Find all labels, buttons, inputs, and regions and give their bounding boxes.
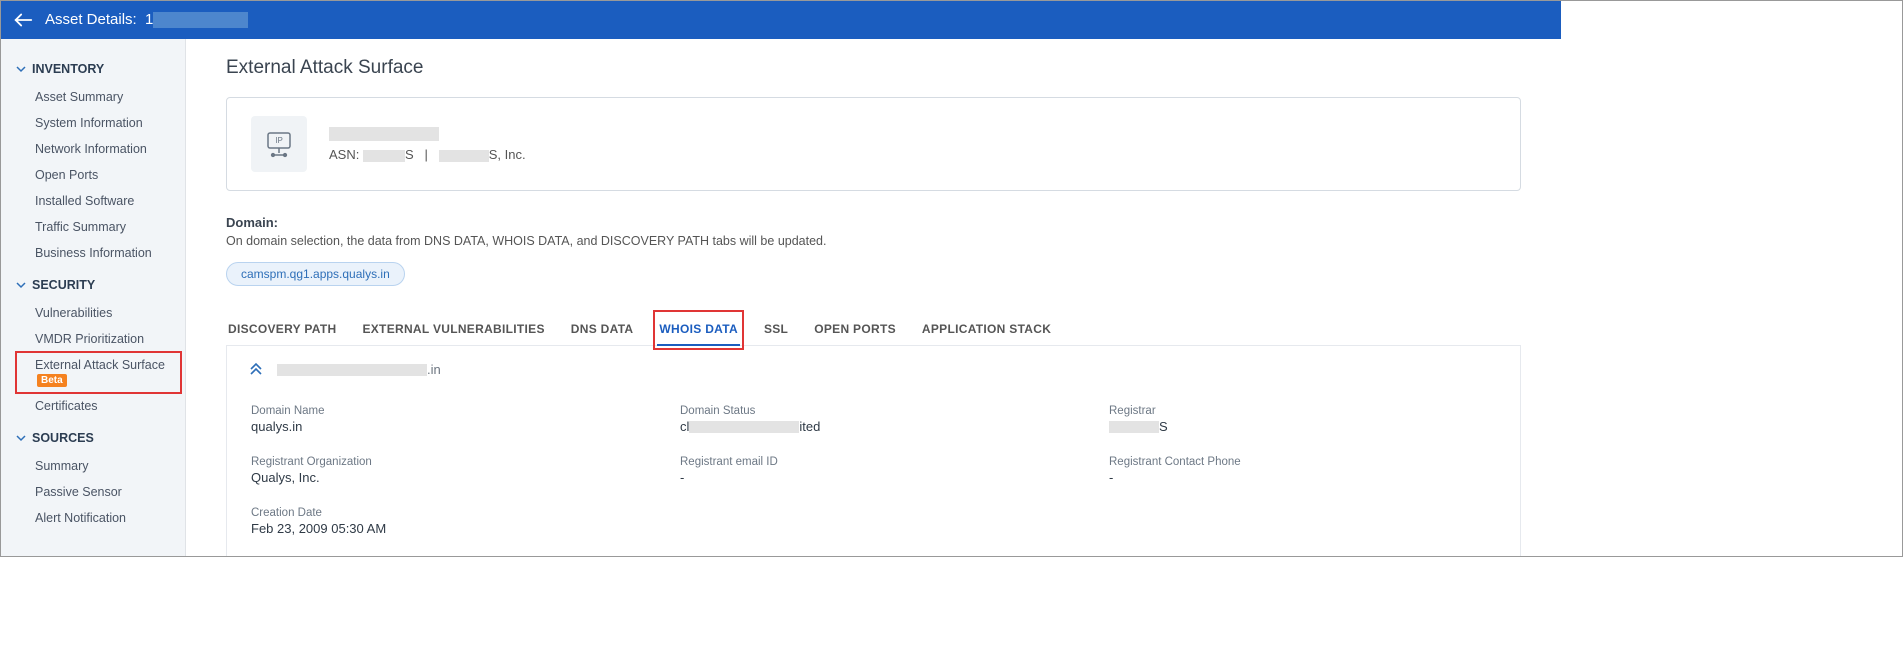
ip-monitor-icon: IP — [263, 128, 295, 160]
field-label: Registrant Organization — [251, 456, 640, 468]
nav-group-label: SOURCES — [32, 431, 94, 445]
field-registrant-phone: Registrant Contact Phone - — [1109, 456, 1498, 485]
sidebar-item-traffic-summary[interactable]: Traffic Summary — [1, 214, 185, 240]
sidebar-item-passive-sensor[interactable]: Passive Sensor — [1, 479, 185, 505]
sidebar-item-installed-software[interactable]: Installed Software — [1, 188, 185, 214]
nav-group-label: INVENTORY — [32, 62, 104, 76]
domain-suffix: .in — [427, 362, 441, 377]
tab-application-stack[interactable]: APPLICATION STACK — [920, 314, 1053, 346]
sidebar-item-vulnerabilities[interactable]: Vulnerabilities — [1, 300, 185, 326]
sidebar-item-asset-summary[interactable]: Asset Summary — [1, 84, 185, 110]
field-label: Registrant email ID — [680, 456, 1069, 468]
redacted-text — [329, 127, 439, 141]
chevron-down-icon — [16, 64, 26, 74]
tab-dns-data[interactable]: DNS DATA — [569, 314, 636, 346]
sidebar-item-network-information[interactable]: Network Information — [1, 136, 185, 162]
tab-external-vulnerabilities[interactable]: EXTERNAL VULNERABILITIES — [360, 314, 546, 346]
field-value: Feb 23, 2009 05:30 AM — [251, 521, 640, 536]
asn-label: ASN: — [329, 147, 359, 162]
nav-group-header-inventory[interactable]: INVENTORY — [1, 54, 185, 84]
field-label: Registrant Contact Phone — [1109, 456, 1498, 468]
app-root: Asset Details: 1 INVENTORY Asset Summary… — [1, 1, 1561, 556]
tab-whois-data[interactable]: WHOIS DATA — [657, 314, 740, 346]
summary-lines: ASN: S | S, Inc. — [329, 126, 526, 163]
field-value: clited — [680, 419, 1069, 434]
field-domain-name: Domain Name qualys.in — [251, 405, 640, 434]
sidebar-item-summary[interactable]: Summary — [1, 453, 185, 479]
domain-chip[interactable]: camspm.qg1.apps.qualys.in — [226, 262, 405, 286]
redacted-text — [363, 150, 405, 162]
tabs: DISCOVERY PATH EXTERNAL VULNERABILITIES … — [226, 314, 1521, 346]
field-value: Qualys, Inc. — [251, 470, 640, 485]
chevron-down-icon — [16, 433, 26, 443]
field-label: Creation Date — [251, 507, 640, 519]
back-arrow-button[interactable] — [11, 8, 35, 32]
arrow-left-icon — [12, 9, 34, 31]
field-registrant-email: Registrant email ID - — [680, 456, 1069, 485]
asn-suffix: S — [405, 147, 414, 162]
field-value: - — [1109, 470, 1498, 485]
field-label: Domain Status — [680, 405, 1069, 417]
summary-line-2: ASN: S | S, Inc. — [329, 147, 526, 162]
tab-ssl[interactable]: SSL — [762, 314, 790, 346]
tab-discovery-path[interactable]: DISCOVERY PATH — [226, 314, 338, 346]
sidebar-item-business-information[interactable]: Business Information — [1, 240, 185, 266]
separator: | — [424, 147, 427, 162]
beta-badge: Beta — [37, 374, 67, 387]
org-suffix: S, Inc. — [489, 147, 526, 162]
tab-open-ports[interactable]: OPEN PORTS — [812, 314, 898, 346]
sidebar-item-system-information[interactable]: System Information — [1, 110, 185, 136]
nav-group-header-security[interactable]: SECURITY — [1, 270, 185, 300]
sidebar-item-certificates[interactable]: Certificates — [1, 393, 185, 419]
sidebar-item-vmdr-prioritization[interactable]: VMDR Prioritization — [1, 326, 185, 352]
chevron-down-icon — [16, 280, 26, 290]
field-value: - — [680, 470, 1069, 485]
header-bar: Asset Details: 1 — [1, 1, 1561, 39]
nav-group-security: SECURITY Vulnerabilities VMDR Prioritiza… — [1, 270, 185, 419]
sidebar-item-external-attack-surface[interactable]: External Attack Surface Beta — [16, 352, 181, 393]
header-title: Asset Details: 1 — [45, 11, 248, 28]
field-value: qualys.in — [251, 419, 640, 434]
field-label: Domain Name — [251, 405, 640, 417]
collapsed-domain: .in — [277, 362, 441, 377]
redacted-text — [1109, 421, 1159, 433]
sidebar-item-label: External Attack Surface — [35, 358, 165, 372]
nav-group-header-sources[interactable]: SOURCES — [1, 423, 185, 453]
svg-text:IP: IP — [275, 136, 283, 145]
field-creation-date: Creation Date Feb 23, 2009 05:30 AM — [251, 507, 640, 536]
chevron-double-up-icon — [249, 362, 263, 376]
domain-description: On domain selection, the data from DNS D… — [226, 234, 1521, 248]
field-label: Registrar — [1109, 405, 1498, 417]
domain-label: Domain: — [226, 215, 1521, 230]
field-registrar: Registrar S — [1109, 405, 1498, 434]
nav-group-label: SECURITY — [32, 278, 95, 292]
header-title-prefix: Asset Details: — [45, 11, 137, 28]
sidebar[interactable]: INVENTORY Asset Summary System Informati… — [1, 39, 186, 556]
field-domain-status: Domain Status clited — [680, 405, 1069, 434]
redacted-text — [439, 150, 489, 162]
summary-card: IP ASN: S | S, Inc. — [226, 97, 1521, 191]
ip-icon-box: IP — [251, 116, 307, 172]
collapse-row: .in — [249, 362, 1498, 377]
sidebar-item-open-ports[interactable]: Open Ports — [1, 162, 185, 188]
header-asset-id-redacted — [153, 12, 248, 28]
header-asset-id: 1 — [145, 11, 153, 28]
redacted-text — [277, 364, 427, 376]
field-value: S — [1109, 419, 1498, 434]
nav-group-inventory: INVENTORY Asset Summary System Informati… — [1, 54, 185, 266]
summary-line-1 — [329, 126, 526, 142]
redacted-text — [689, 421, 799, 433]
whois-panel: .in Domain Name qualys.in Domain Status … — [226, 346, 1521, 556]
sidebar-item-alert-notification[interactable]: Alert Notification — [1, 505, 185, 531]
nav-group-sources: SOURCES Summary Passive Sensor Alert Not… — [1, 423, 185, 531]
main-row: INVENTORY Asset Summary System Informati… — [1, 39, 1561, 556]
domain-section: Domain: On domain selection, the data fr… — [226, 215, 1521, 286]
whois-grid: Domain Name qualys.in Domain Status clit… — [249, 405, 1498, 536]
content-area: External Attack Surface IP — [186, 39, 1561, 556]
field-registrant-org: Registrant Organization Qualys, Inc. — [251, 456, 640, 485]
collapse-toggle[interactable] — [249, 362, 263, 376]
page-title: External Attack Surface — [226, 57, 1521, 79]
